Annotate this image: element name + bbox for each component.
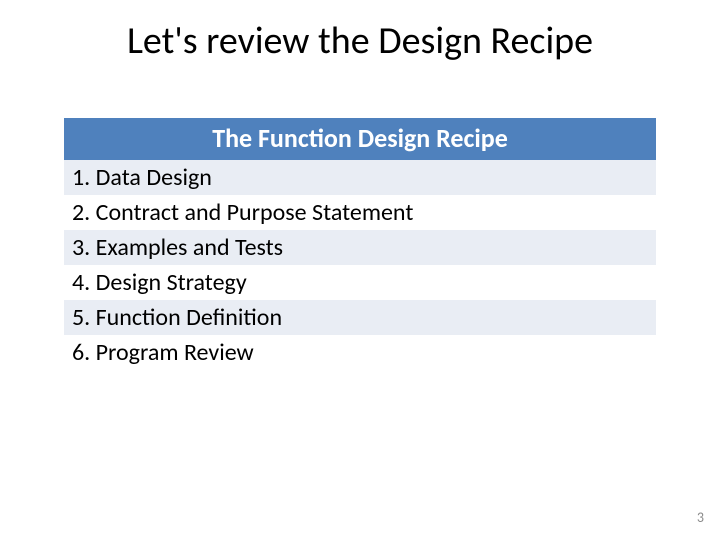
table-cell: 1. Data Design: [64, 160, 656, 195]
table-cell: 5. Function Definition: [64, 300, 656, 335]
page-number: 3: [697, 509, 704, 526]
table-cell: 6. Program Review: [64, 335, 656, 370]
table-row: 1. Data Design: [64, 160, 656, 195]
table-header-cell: The Function Design Recipe: [64, 118, 656, 160]
table-row: 2. Contract and Purpose Statement: [64, 195, 656, 230]
table: The Function Design Recipe 1. Data Desig…: [64, 118, 656, 370]
table-cell: 4. Design Strategy: [64, 265, 656, 300]
table-row: 3. Examples and Tests: [64, 230, 656, 265]
slide: Let's review the Design Recipe The Funct…: [0, 0, 720, 540]
recipe-table: The Function Design Recipe 1. Data Desig…: [64, 118, 656, 370]
table-row: 5. Function Definition: [64, 300, 656, 335]
table-row: 6. Program Review: [64, 335, 656, 370]
table-row: 4. Design Strategy: [64, 265, 656, 300]
slide-title: Let's review the Design Recipe: [0, 0, 720, 64]
table-header-row: The Function Design Recipe: [64, 118, 656, 160]
table-cell: 3. Examples and Tests: [64, 230, 656, 265]
table-cell: 2. Contract and Purpose Statement: [64, 195, 656, 230]
